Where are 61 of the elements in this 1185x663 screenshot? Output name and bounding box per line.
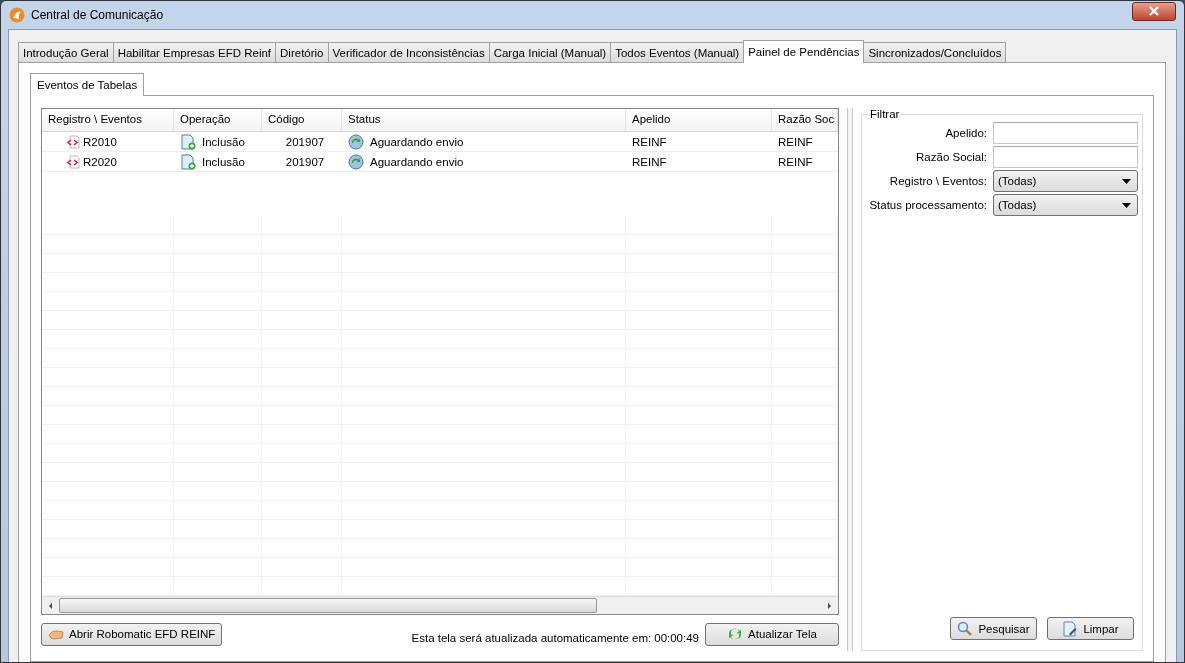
table-cell: 201907 (285, 135, 325, 148)
field-label: Registro \ Eventos: (888, 175, 987, 187)
table-cell: Inclusão (202, 155, 245, 168)
table-cell: REINF (778, 155, 813, 168)
sync-globe-icon (348, 133, 364, 150)
tab[interactable]: Painel de Pendências (743, 40, 865, 63)
clear-button[interactable]: Limpar (1047, 617, 1134, 640)
table-cell: Aguardando envio (370, 135, 464, 148)
document-pen-icon (1062, 620, 1079, 637)
refresh-icon (727, 627, 744, 641)
search-icon (957, 620, 974, 637)
tab[interactable]: Sincronizados/Concluídos (863, 42, 1007, 62)
field-label: Razão Social: (915, 151, 987, 163)
tab[interactable]: Carga Inicial (Manual) (488, 42, 612, 62)
refresh-notice: Esta tela será atualizada automaticamente em: (411, 632, 652, 644)
splitter-handle[interactable] (847, 108, 853, 651)
column-header[interactable]: Operação (174, 109, 262, 131)
table-cell: 201907 (285, 155, 325, 168)
flame-logo-icon (9, 7, 25, 23)
dropdown[interactable]: (Todas) (993, 170, 1138, 192)
document-add-icon (180, 133, 196, 150)
countdown-timer: 00:00:49 (654, 632, 699, 644)
tab[interactable]: Diretório (275, 42, 329, 62)
table-cell: R2020 (83, 155, 117, 168)
open-robomatic-button[interactable]: Abrir Robomatic EFD REINF (41, 622, 223, 646)
input-field[interactable] (993, 146, 1138, 168)
code-file-icon (66, 154, 80, 169)
horizontal-scrollbar[interactable] (42, 596, 838, 614)
input-field[interactable] (993, 122, 1138, 144)
table-cell: Inclusão (202, 135, 245, 148)
column-header[interactable]: Registro \ Eventos (42, 109, 174, 131)
scroll-left-icon[interactable] (47, 601, 55, 610)
field-label: Status processamento: (868, 199, 987, 211)
refresh-button[interactable]: Atualizar Tela (705, 622, 839, 646)
table-cell: REINF (778, 135, 813, 148)
window-title: Central de Comunicação (31, 8, 164, 22)
column-header[interactable]: Status (342, 109, 626, 131)
group-title: Filtrar (869, 108, 901, 120)
table-cell: Aguardando envio (370, 155, 464, 168)
tab[interactable]: Eventos de Tabelas (30, 73, 145, 96)
table-cell: R2010 (83, 135, 117, 148)
scroll-right-icon[interactable] (825, 601, 833, 610)
tab[interactable]: Introdução Geral (18, 42, 114, 62)
table-cell: REINF (632, 135, 667, 148)
dropdown-arrow-icon (1122, 178, 1131, 184)
tab[interactable]: Habilitar Empresas EFD Reinf (112, 42, 277, 62)
search-button[interactable]: Pesquisar (950, 617, 1037, 640)
column-header[interactable]: Apelido (626, 109, 772, 131)
close-icon (1148, 6, 1160, 16)
dropdown-arrow-icon (1122, 202, 1131, 208)
column-header[interactable]: Código (262, 109, 342, 131)
document-add-icon (180, 153, 196, 170)
dropdown[interactable]: (Todas) (993, 194, 1138, 216)
tab[interactable]: Verificador de Inconsistências (327, 42, 490, 62)
close-button[interactable] (1132, 1, 1176, 21)
table-cell: REINF (632, 155, 667, 168)
field-label: Apelido: (944, 127, 987, 139)
code-file-icon (66, 134, 80, 149)
sync-globe-icon (348, 153, 364, 170)
tab[interactable]: Todos Eventos (Manual) (610, 42, 745, 62)
column-header[interactable]: Razão Soc (772, 109, 838, 131)
